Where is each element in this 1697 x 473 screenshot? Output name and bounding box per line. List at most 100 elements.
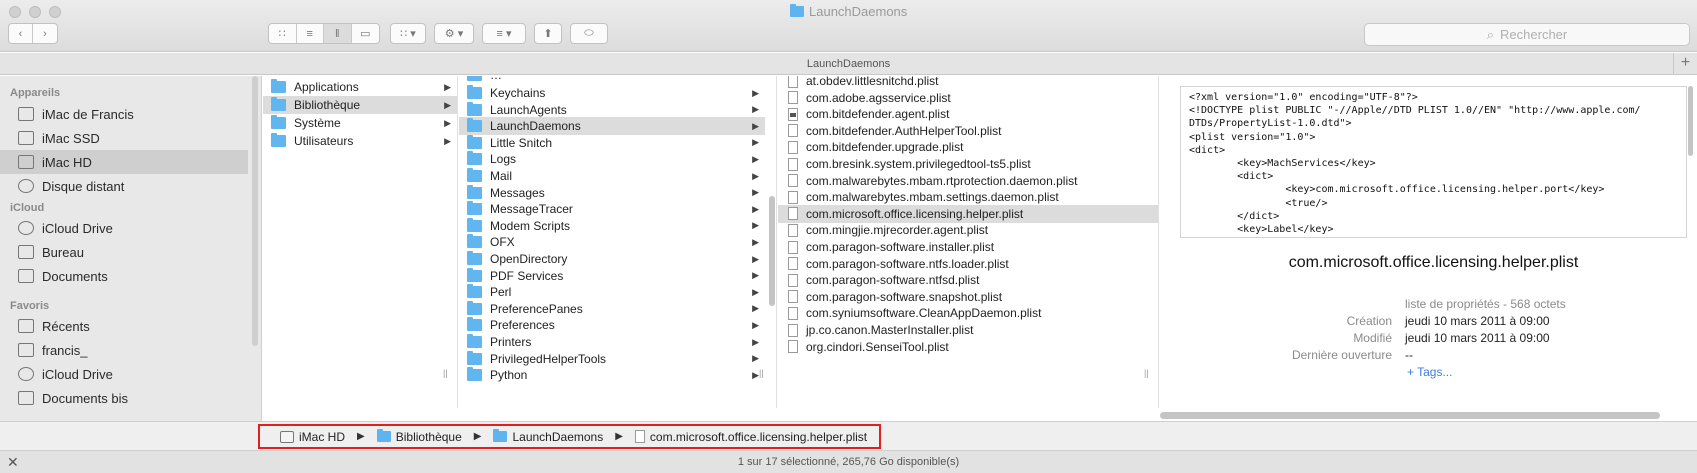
- chevron-right-icon: ▶: [752, 336, 759, 347]
- list-item[interactable]: jp.co.canon.MasterInstaller.plist: [778, 321, 1158, 339]
- list-item[interactable]: com.mingjie.mjrecorder.agent.plist: [778, 221, 1158, 239]
- list-item[interactable]: com.syniumsoftware.CleanAppDaemon.plist: [778, 304, 1158, 322]
- list-item[interactable]: com.paragon-software.ntfsd.plist: [778, 271, 1158, 289]
- list-item[interactable]: Perl ▶: [459, 283, 765, 301]
- tab-title[interactable]: LaunchDaemons: [807, 58, 890, 70]
- horizontal-scrollbar[interactable]: [1160, 412, 1660, 419]
- list-item[interactable]: Système ▶: [263, 114, 457, 132]
- chevron-right-icon: ▶: [752, 353, 759, 364]
- file-icon: [788, 91, 798, 105]
- list-item[interactable]: PDF Services ▶: [459, 267, 765, 285]
- list-item[interactable]: PreferencePanes ▶: [459, 300, 765, 318]
- column-resize-handle[interactable]: ||: [1144, 368, 1149, 378]
- sidebar-item-imac-de-francis[interactable]: iMac de Francis: [0, 102, 248, 126]
- list-item[interactable]: Printers ▶: [459, 333, 765, 351]
- search-icon: ⌕: [1486, 26, 1495, 42]
- share-button[interactable]: ⬆: [534, 23, 562, 44]
- file-icon: [788, 207, 798, 221]
- sidebar-item-label: francis_: [42, 342, 88, 358]
- icon-view-button[interactable]: ∷: [269, 24, 297, 43]
- list-item[interactable]: com.adobe.agsservice.plist: [778, 89, 1158, 107]
- list-item[interactable]: …: [459, 76, 771, 84]
- sidebar-item-label: iCloud Drive: [42, 366, 113, 382]
- list-item[interactable]: LaunchAgents ▶: [459, 101, 765, 119]
- list-item[interactable]: Preferences ▶: [459, 316, 765, 334]
- folder-icon: [467, 134, 482, 149]
- folder-icon: [790, 4, 804, 17]
- back-button[interactable]: ‹: [9, 24, 34, 43]
- new-tab-button[interactable]: +: [1673, 53, 1697, 75]
- sidebar-item-imac-hd[interactable]: iMac HD: [0, 150, 248, 174]
- breadcrumb-item-file[interactable]: com.microsoft.office.licensing.helper.pl…: [634, 430, 867, 444]
- list-item[interactable]: LaunchDaemons ▶: [459, 117, 765, 136]
- file-icon: [788, 223, 798, 237]
- chevron-right-icon: ▶: [752, 170, 759, 181]
- list-item[interactable]: com.bitdefender.agent.plist: [778, 105, 1158, 123]
- column-resize-handle[interactable]: ||: [759, 368, 764, 378]
- forward-button[interactable]: ›: [33, 24, 57, 43]
- list-item[interactable]: OFX ▶: [459, 233, 765, 251]
- list-item[interactable]: MessageTracer ▶: [459, 200, 765, 218]
- action-gear-button[interactable]: ⚙ ▾: [434, 23, 474, 44]
- sidebar-item-label: iMac HD: [42, 154, 92, 170]
- zoom-window-button[interactable]: [49, 6, 61, 18]
- list-item[interactable]: Bibliothèque ▶: [263, 96, 457, 114]
- list-item[interactable]: com.paragon-software.installer.plist: [778, 238, 1158, 256]
- list-item[interactable]: Messages ▶: [459, 184, 765, 202]
- sidebar-item-icloud-drive-fav[interactable]: iCloud Drive: [0, 362, 248, 386]
- search-field[interactable]: ⌕ Rechercher: [1364, 23, 1690, 46]
- sidebar-item-francis[interactable]: francis_: [0, 338, 248, 362]
- list-item[interactable]: Utilisateurs ▶: [263, 132, 457, 150]
- breadcrumb-item-imac-hd[interactable]: iMac HD: [280, 430, 345, 444]
- minimize-window-button[interactable]: [29, 6, 41, 18]
- sidebar-item-icloud-drive[interactable]: iCloud Drive: [0, 216, 248, 240]
- list-item[interactable]: com.bresink.system.privilegedtool-ts5.pl…: [778, 155, 1158, 173]
- preview-scrollbar[interactable]: [1688, 86, 1693, 156]
- breadcrumb-label: Bibliothèque: [395, 429, 462, 444]
- list-view-button[interactable]: ≡: [297, 24, 324, 43]
- sidebar-item-bureau[interactable]: Bureau: [0, 240, 248, 264]
- list-item[interactable]: com.bitdefender.upgrade.plist: [778, 138, 1158, 156]
- list-item[interactable]: org.cindori.SenseiTool.plist: [778, 338, 1158, 356]
- list-item[interactable]: com.microsoft.office.licensing.helper.pl…: [778, 204, 1158, 223]
- close-window-button[interactable]: [9, 6, 21, 18]
- column-resize-handle[interactable]: ||: [443, 368, 448, 378]
- list-item[interactable]: Keychains ▶: [459, 84, 765, 102]
- chevron-right-icon: ▶: [752, 270, 759, 281]
- list-item[interactable]: com.malwarebytes.mbam.settings.daemon.pl…: [778, 188, 1158, 206]
- search-placeholder: Rechercher: [1500, 27, 1568, 42]
- chevron-right-icon: ▶: [752, 104, 759, 115]
- sidebar-item-documents[interactable]: Documents: [0, 264, 248, 288]
- list-item[interactable]: com.bitdefender.AuthHelperTool.plist: [778, 122, 1158, 140]
- column-scrollbar[interactable]: [769, 196, 775, 306]
- sidebar-item-imac-ssd[interactable]: iMac SSD: [0, 126, 248, 150]
- sidebar-item-disque-distant[interactable]: Disque distant: [0, 174, 248, 198]
- column-view-button[interactable]: ‖: [324, 24, 352, 43]
- list-item[interactable]: Logs ▶: [459, 150, 765, 168]
- list-item[interactable]: OpenDirectory ▶: [459, 250, 765, 268]
- list-item[interactable]: Little Snitch ▶: [459, 134, 765, 152]
- sidebar-item-recents[interactable]: Récents: [0, 314, 248, 338]
- arrange-button[interactable]: ≡ ▾: [482, 23, 526, 44]
- breadcrumb-item-bibliotheque[interactable]: Bibliothèque: [376, 429, 462, 444]
- list-item-label: Printers: [490, 335, 532, 349]
- file-icon: [788, 174, 798, 188]
- list-item[interactable]: com.malwarebytes.mbam.rtprotection.daemo…: [778, 172, 1158, 190]
- sidebar-item-documents-bis[interactable]: Documents bis: [0, 386, 248, 410]
- list-item[interactable]: PrivilegedHelperTools ▶: [459, 350, 765, 368]
- list-item[interactable]: com.paragon-software.ntfs.loader.plist: [778, 255, 1158, 273]
- add-tags-link[interactable]: + Tags...: [1407, 365, 1452, 379]
- list-item[interactable]: Modem Scripts ▶: [459, 217, 765, 235]
- tags-button[interactable]: ⬭: [570, 23, 608, 44]
- breadcrumb-item-launchdaemons[interactable]: LaunchDaemons: [493, 429, 603, 444]
- list-item[interactable]: Applications ▶: [263, 78, 457, 96]
- created-value: jeudi 10 mars 2011 à 09:00: [1405, 314, 1550, 328]
- list-item-label: Perl: [490, 285, 512, 300]
- gallery-view-button[interactable]: ▭: [352, 24, 379, 43]
- close-icon[interactable]: ✕: [7, 451, 19, 473]
- list-item[interactable]: Mail ▶: [459, 167, 765, 185]
- group-by-button[interactable]: ∷ ▾: [390, 23, 426, 44]
- list-item[interactable]: Python ▶: [459, 366, 765, 384]
- sidebar-scrollbar[interactable]: [252, 76, 258, 346]
- list-item[interactable]: com.paragon-software.snapshot.plist: [778, 288, 1158, 306]
